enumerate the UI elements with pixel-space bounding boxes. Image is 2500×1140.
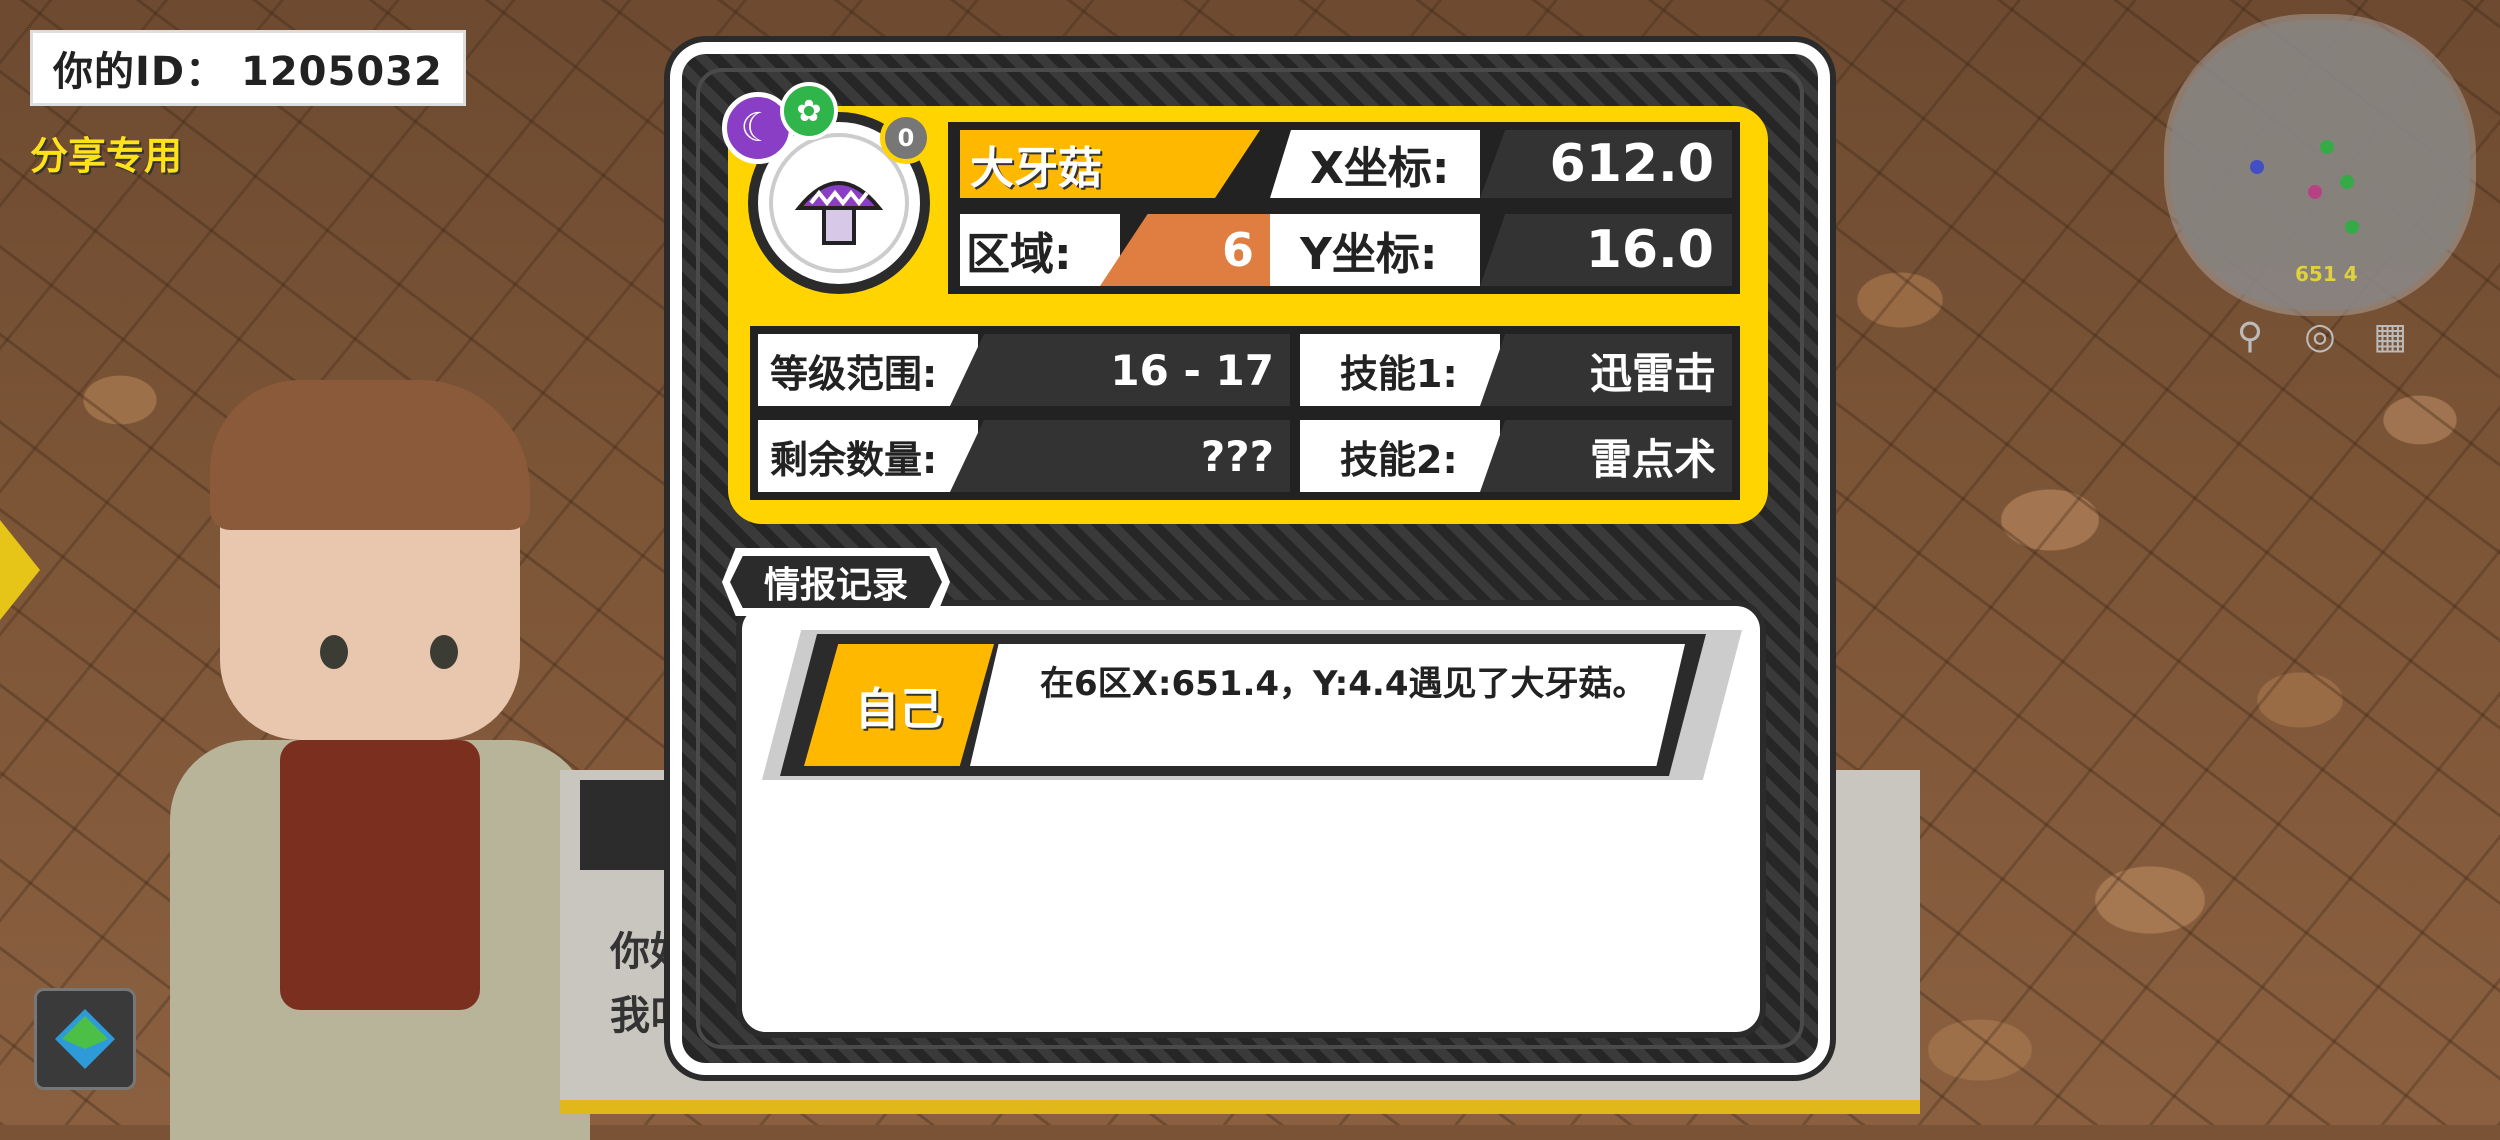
minimap-coordinates: 651 4 (2295, 262, 2358, 286)
diamond-icon (55, 1009, 115, 1069)
minimap-marker (2340, 175, 2354, 189)
skill1-label: 技能1: (1300, 334, 1500, 406)
record-message-text: 在6区X:651.4，Y:4.4遇见了大牙菇。 (1040, 664, 1647, 704)
minimap-marker (2308, 185, 2322, 199)
character-hair (210, 380, 530, 530)
flower-attribute-icon: ✿ (780, 82, 838, 140)
location-pin-icon[interactable]: ⚲ (2230, 316, 2270, 357)
mushroom-icon (794, 181, 884, 245)
x-coordinate-value: 612.0 (1480, 130, 1732, 198)
remaining-count-value: ??? (950, 420, 1290, 492)
player-id-text: 你的ID： 1205032 (53, 49, 443, 95)
minimap-marker (2345, 220, 2359, 234)
character-vest (280, 740, 480, 1010)
level-badge: 0 (880, 112, 932, 164)
x-coordinate-label: X坐标: (1270, 130, 1480, 198)
minimap-marker (2320, 140, 2334, 154)
map-icon[interactable]: ▦ (2370, 316, 2410, 357)
remaining-count-label: 剩余数量: (758, 420, 978, 492)
player-character (170, 380, 590, 1140)
target-icon[interactable]: ◎ (2300, 316, 2340, 357)
level-range-value: 16 - 17 (950, 334, 1290, 406)
skill1-value: 迅雷击 (1480, 334, 1732, 406)
minimap-toolbar: ⚲ ◎ ▦ (2230, 316, 2410, 357)
left-edge-arrow-icon[interactable] (0, 520, 40, 620)
monster-name: 大牙菇 (960, 130, 1260, 198)
share-label: 分享专用 (30, 134, 183, 178)
y-coordinate-value: 16.0 (1480, 214, 1732, 286)
tab-intel-records[interactable]: 情报记录 (730, 556, 942, 608)
menu-diamond-button[interactable] (34, 988, 136, 1090)
character-eye (430, 635, 458, 669)
skill2-value: 雷点术 (1480, 420, 1732, 492)
character-eye (320, 635, 348, 669)
y-coordinate-label: Y坐标: (1270, 214, 1480, 286)
skill2-label: 技能2: (1300, 420, 1500, 492)
level-range-label: 等级范围: (758, 334, 978, 406)
minimap-marker (2250, 160, 2264, 174)
region-label: 区域: (960, 214, 1120, 286)
player-id-box: 你的ID： 1205032 (30, 30, 466, 106)
